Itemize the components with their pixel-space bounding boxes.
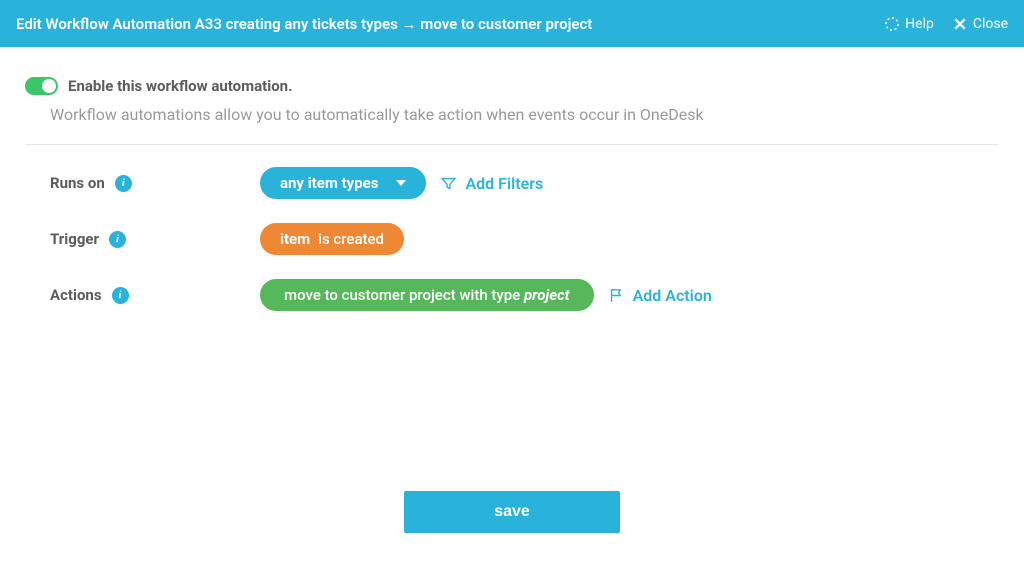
runs-on-row: Runs on i any item types Add Filters bbox=[25, 167, 999, 199]
save-button[interactable]: save bbox=[404, 491, 620, 533]
enable-row: Enable this workflow automation. bbox=[25, 77, 999, 95]
action-text: move to customer project with type proje… bbox=[284, 286, 570, 304]
add-action-button[interactable]: Add Action bbox=[608, 286, 712, 305]
help-icon bbox=[884, 16, 900, 32]
action-pill[interactable]: move to customer project with type proje… bbox=[260, 279, 594, 311]
help-button[interactable]: Help bbox=[884, 16, 934, 32]
dialog-header: Edit Workflow Automation A33 creating an… bbox=[0, 0, 1024, 47]
trigger-label-wrap: Trigger i bbox=[25, 230, 260, 248]
runs-on-body: any item types Add Filters bbox=[260, 167, 543, 199]
runs-on-dropdown[interactable]: any item types bbox=[260, 167, 426, 199]
trigger-predicate: is created bbox=[318, 230, 384, 248]
add-filters-label: Add Filters bbox=[465, 174, 543, 193]
close-button[interactable]: Close bbox=[952, 16, 1008, 32]
divider bbox=[25, 144, 999, 145]
filter-icon bbox=[440, 175, 457, 192]
info-icon[interactable]: i bbox=[109, 231, 126, 248]
trigger-row: Trigger i item is created bbox=[25, 223, 999, 255]
dialog-content: Enable this workflow automation. Workflo… bbox=[0, 47, 1024, 533]
trigger-label: Trigger bbox=[50, 230, 99, 248]
runs-on-value: any item types bbox=[280, 174, 378, 192]
header-actions: Help Close bbox=[884, 16, 1008, 32]
actions-row: Actions i move to customer project with … bbox=[25, 279, 999, 311]
help-label: Help bbox=[905, 16, 934, 32]
actions-body: move to customer project with type proje… bbox=[260, 279, 712, 311]
trigger-pill[interactable]: item is created bbox=[260, 223, 404, 255]
flag-icon bbox=[608, 287, 625, 304]
chevron-down-icon bbox=[396, 180, 406, 186]
toggle-knob bbox=[42, 79, 56, 93]
runs-on-label: Runs on bbox=[50, 174, 105, 192]
close-icon bbox=[952, 16, 968, 32]
close-label: Close bbox=[973, 16, 1008, 32]
add-action-label: Add Action bbox=[633, 286, 712, 305]
actions-label: Actions bbox=[50, 286, 102, 304]
enable-toggle[interactable] bbox=[25, 77, 58, 95]
info-icon[interactable]: i bbox=[115, 175, 132, 192]
enable-toggle-label: Enable this workflow automation. bbox=[68, 77, 292, 95]
info-icon[interactable]: i bbox=[112, 287, 129, 304]
actions-label-wrap: Actions i bbox=[25, 286, 260, 304]
trigger-body: item is created bbox=[260, 223, 404, 255]
dialog-footer: save bbox=[25, 491, 999, 533]
runs-on-label-wrap: Runs on i bbox=[25, 174, 260, 192]
dialog-title: Edit Workflow Automation A33 creating an… bbox=[16, 15, 884, 33]
trigger-subject: item bbox=[280, 230, 310, 248]
description-text: Workflow automations allow you to automa… bbox=[50, 105, 999, 124]
add-filters-button[interactable]: Add Filters bbox=[440, 174, 543, 193]
